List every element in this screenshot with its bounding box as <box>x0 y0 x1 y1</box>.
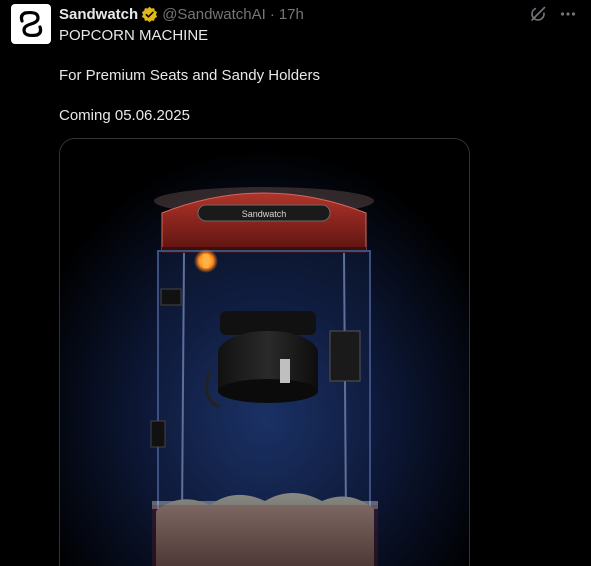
tweet-text-line-2: For Premium Seats and Sandy Holders <box>59 67 320 84</box>
tweet-text-line-1: POPCORN MACHINE <box>59 27 209 44</box>
timestamp[interactable]: 17h <box>279 6 304 23</box>
tweet-header: Sandwatch @SandwatchAI · 17h <box>59 4 304 24</box>
grok-icon[interactable] <box>529 5 547 23</box>
tweet-media[interactable]: Sandwatch <box>59 138 470 566</box>
tweet-text-line-3: Coming 05.06.2025 <box>59 107 190 124</box>
author-name[interactable]: Sandwatch <box>59 6 138 23</box>
more-options-icon[interactable] <box>559 5 577 23</box>
avatar[interactable] <box>11 4 51 44</box>
machine-sign-text: Sandwatch <box>242 209 287 219</box>
popcorn-machine-image: Sandwatch <box>60 139 469 566</box>
tweet-top-actions <box>529 5 577 23</box>
sandwatch-logo-icon <box>19 10 43 38</box>
author-handle[interactable]: @SandwatchAI <box>162 6 266 23</box>
verified-badge-icon <box>141 6 158 23</box>
separator-dot: · <box>269 5 275 23</box>
tweet[interactable]: Sandwatch @SandwatchAI · 17h POPCORN MAC <box>0 0 591 566</box>
